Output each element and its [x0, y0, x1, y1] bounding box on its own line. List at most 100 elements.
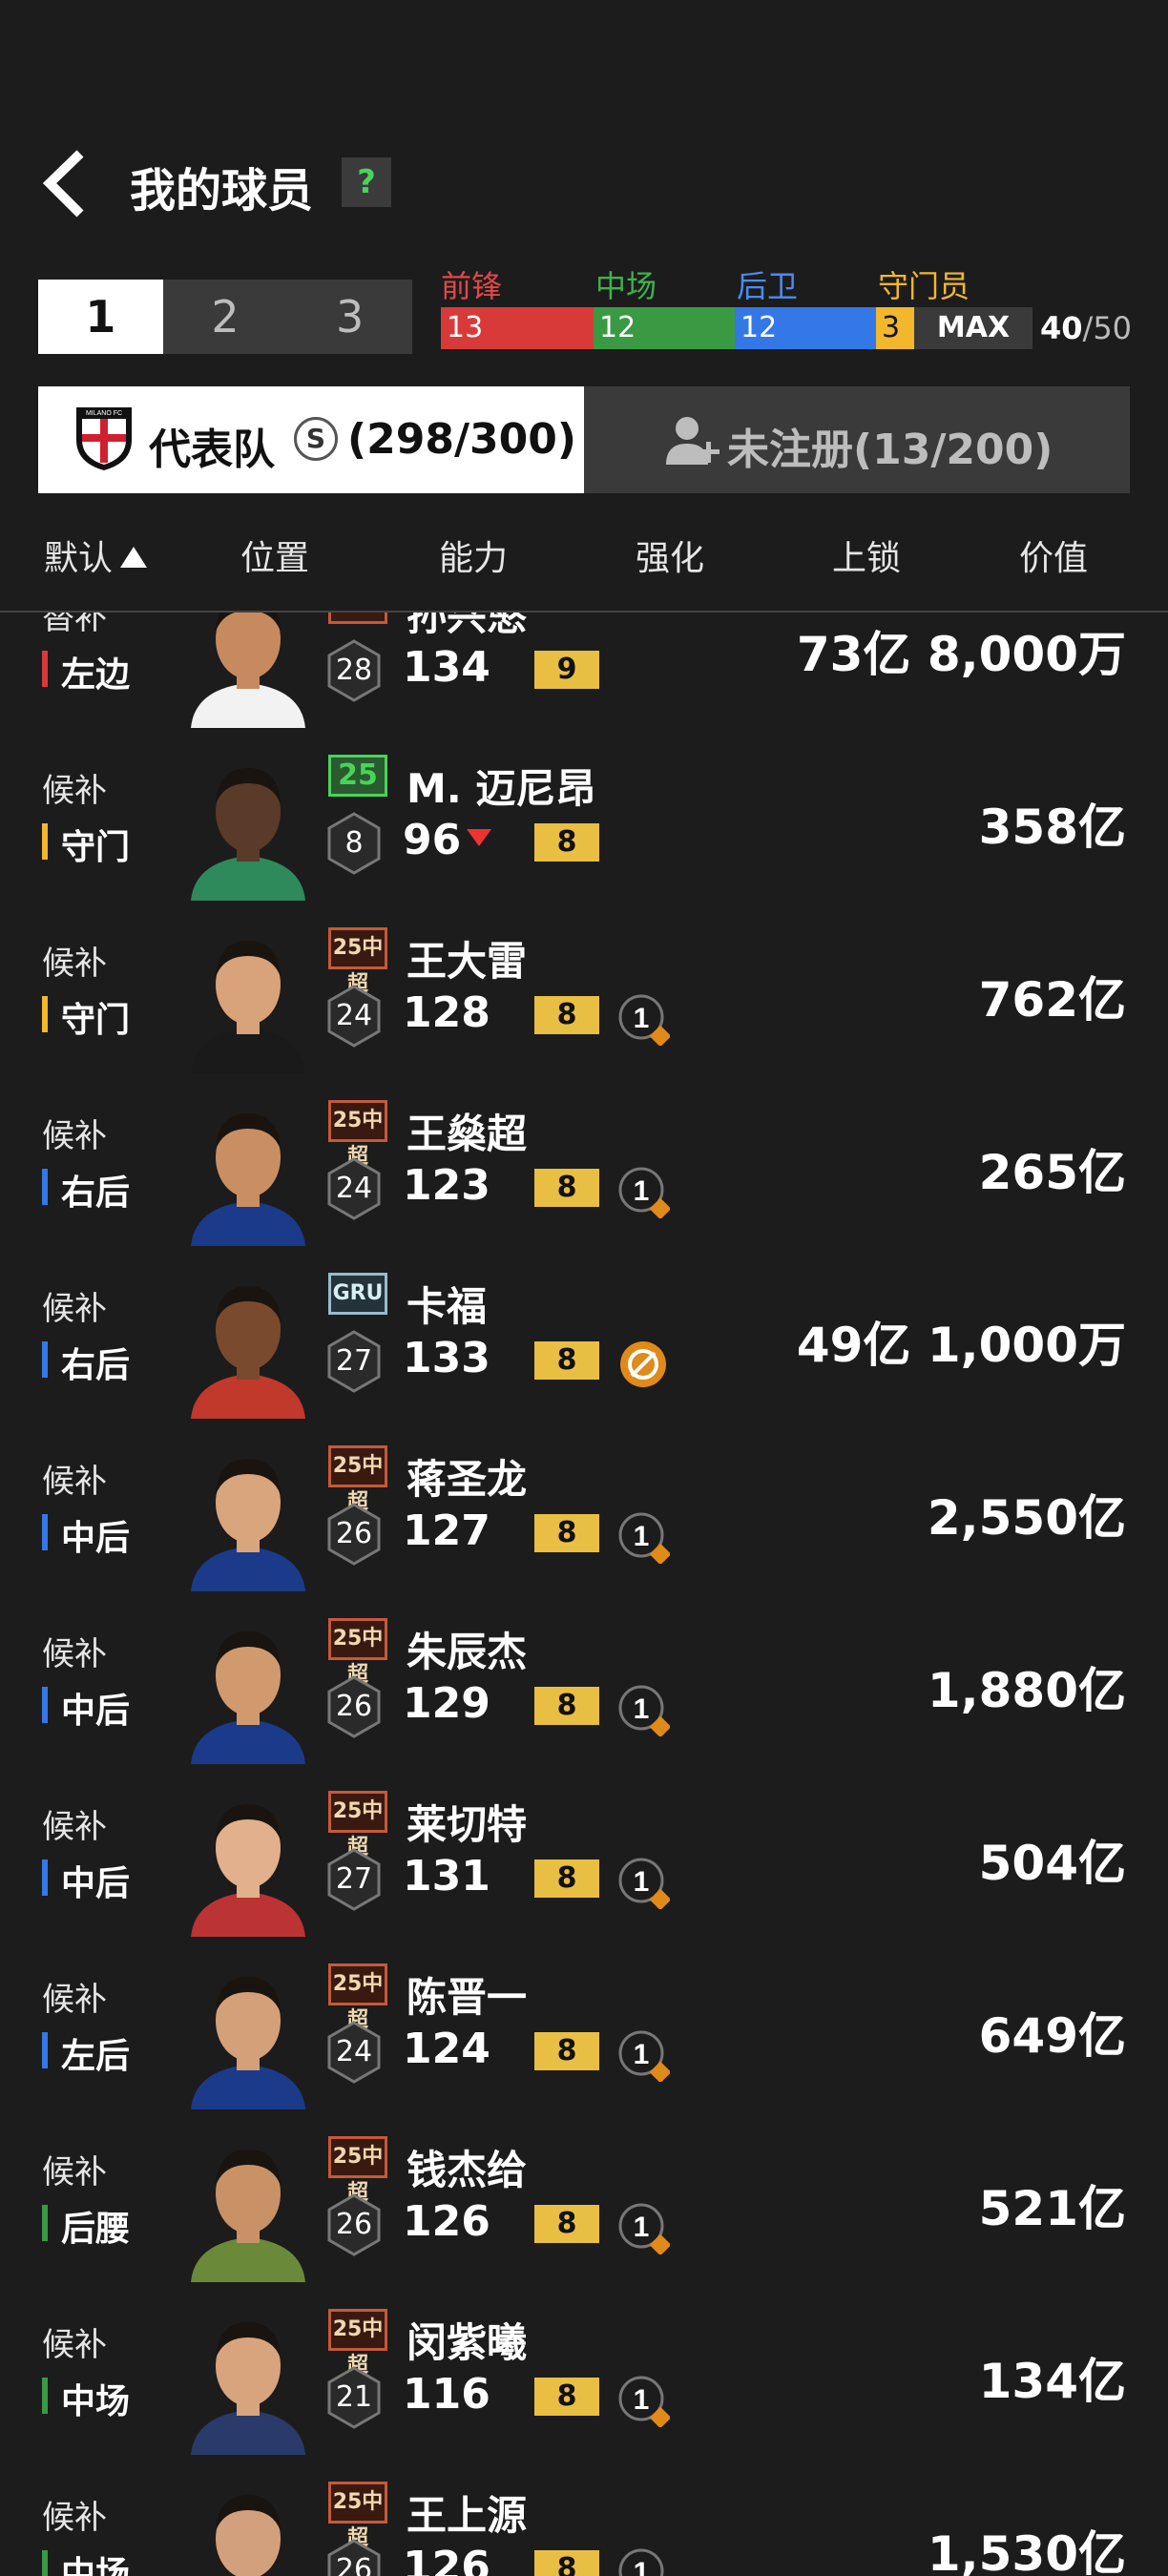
- player-row[interactable]: 候补 右后 GRU 卡福 27 133 8 49亿 1,000万: [0, 1246, 1168, 1421]
- enhance-level: 9: [534, 651, 599, 689]
- help-button[interactable]: ?: [342, 157, 391, 207]
- player-position: 中场: [42, 2546, 130, 2576]
- lock-count-icon[interactable]: 1: [616, 1165, 672, 1220]
- season-badge: DCB: [328, 613, 387, 624]
- season-badge: 25: [328, 755, 387, 797]
- player-rating: 123: [403, 1161, 490, 1210]
- player-status: 候补: [42, 1463, 107, 1501]
- season-badge: 25中超: [328, 1618, 387, 1687]
- player-status: 候补: [42, 2153, 107, 2192]
- lock-count-icon[interactable]: 1: [616, 1856, 672, 1911]
- lock-count-icon[interactable]: 1: [616, 1510, 672, 1566]
- rating-value: 123: [403, 1161, 490, 1210]
- lock-count-icon[interactable]: 1: [616, 2546, 670, 2576]
- club-badge-icon: MILANO FC: [76, 407, 132, 470]
- roster-count: 40/50: [1040, 307, 1132, 349]
- player-age: 26: [335, 1690, 373, 1723]
- unregistered-label: 未注册(13/200): [727, 426, 1053, 474]
- player-age: 26: [335, 1517, 373, 1550]
- goalkeeper-label: 守门员: [878, 268, 970, 304]
- midfield-count: 12: [594, 307, 735, 349]
- player-portrait: [181, 1094, 315, 1246]
- player-value: 265亿: [978, 1145, 1126, 1200]
- tab-representative-squad[interactable]: MILANO FC 代表队 S (298/300): [38, 386, 584, 493]
- player-name: 闵紫曦: [407, 2319, 528, 2366]
- player-portrait: [181, 2303, 315, 2455]
- sort-lock[interactable]: 上锁: [832, 530, 901, 580]
- sort-ability[interactable]: 能力: [439, 530, 508, 580]
- page-title: 我的球员: [130, 164, 314, 218]
- header-divider: [0, 611, 1168, 613]
- lock-count-icon[interactable]: 1: [616, 1683, 672, 1738]
- page-tabs: 1 2 3: [38, 280, 412, 354]
- player-name: 王上源: [407, 2492, 528, 2539]
- rating-value: 134: [403, 643, 490, 692]
- svg-text:1: 1: [634, 1175, 650, 1207]
- forward-count: 13: [441, 307, 594, 349]
- player-portrait: [181, 1440, 315, 1591]
- player-rating: 128: [403, 988, 490, 1037]
- player-status: 候补: [42, 2326, 107, 2364]
- player-value: 2,550亿: [927, 1490, 1126, 1546]
- player-list[interactable]: 替补左边DCB孙兴慜28134973亿 8,000万候补守门25M. 迈尼昂89…: [0, 613, 1168, 2576]
- lock-count-icon[interactable]: 1: [616, 2374, 672, 2429]
- player-row[interactable]: 候补 左后 25中超 陈晋一 24 124 8 1 649亿: [0, 1937, 1168, 2111]
- page-tab-3[interactable]: 3: [287, 280, 412, 354]
- player-portrait: [181, 922, 315, 1073]
- sort-default-label: 默认: [44, 539, 114, 578]
- player-row[interactable]: 候补 中后 25中超 蒋圣龙 26 127 8 1 2,550亿: [0, 1419, 1168, 1593]
- player-row[interactable]: 候补 中场 25中超 王上源 26 126 8 1 1,530亿: [0, 2455, 1168, 2576]
- squad-count: (298/300): [347, 415, 576, 464]
- lock-count-icon[interactable]: 1: [616, 992, 672, 1048]
- player-row[interactable]: 候补 中后 25中超 莱切特 27 131 8 1 504亿: [0, 1764, 1168, 1939]
- position-labels: 前锋 中场 后卫 守门员: [441, 262, 1032, 304]
- season-badge: 25中超: [328, 2309, 387, 2378]
- lock-count-icon[interactable]: 1: [616, 2028, 672, 2084]
- age-hex-icon: 27: [326, 1848, 382, 1911]
- player-row[interactable]: 候补 中后 25中超 朱辰杰 26 129 8 1 1,880亿: [0, 1591, 1168, 1766]
- rating-down-icon: [467, 829, 492, 846]
- back-arrow-icon[interactable]: [38, 148, 95, 219]
- sort-value[interactable]: 价值: [1019, 530, 1088, 580]
- enhance-level: 8: [534, 1514, 599, 1552]
- roster-current: 40: [1040, 310, 1083, 346]
- player-age: 21: [335, 2380, 373, 2414]
- player-position: 守门: [42, 992, 130, 1042]
- rating-value: 126: [403, 2197, 490, 2246]
- sort-enhance[interactable]: 强化: [636, 530, 704, 580]
- tab-unregistered[interactable]: 未注册(13/200): [584, 386, 1130, 493]
- page-tab-1[interactable]: 1: [38, 280, 163, 354]
- player-rating: 131: [403, 1852, 490, 1901]
- page-tab-2[interactable]: 2: [163, 280, 288, 354]
- player-value: 1,880亿: [927, 1663, 1126, 1718]
- player-row[interactable]: 替补左边 DCB 孙兴慜 28 134 9 73亿 8,000万: [0, 613, 1168, 730]
- sort-asc-icon: [120, 547, 148, 568]
- header: 我的球员 ? 1 2 3 前锋 中场 后卫 守门员 13 12 12 3 MAX…: [0, 0, 1168, 611]
- no-lock-icon[interactable]: [616, 1338, 670, 1391]
- player-portrait: [181, 1267, 315, 1419]
- enhance-level: 8: [534, 996, 599, 1034]
- svg-text:1: 1: [634, 1693, 650, 1725]
- player-rating: 133: [403, 1334, 490, 1382]
- player-rating: 126: [403, 2543, 490, 2576]
- player-age: 26: [335, 2553, 373, 2576]
- lock-count-icon[interactable]: 1: [616, 2201, 672, 2256]
- svg-text:1: 1: [634, 1003, 650, 1034]
- player-row[interactable]: 候补 中场 25中超 闵紫曦 21 116 8 1 134亿: [0, 2282, 1168, 2457]
- player-row[interactable]: 候补 后腰 25中超 钱杰给 26 126 8 1 521亿: [0, 2109, 1168, 2284]
- squad-tabs: MILANO FC 代表队 S (298/300) 未注册(13/200): [38, 386, 1130, 493]
- player-age: 24: [335, 999, 373, 1032]
- sort-default[interactable]: 默认: [44, 530, 148, 580]
- sort-position[interactable]: 位置: [240, 530, 309, 580]
- player-age: 8: [344, 826, 364, 860]
- max-label: MAX: [914, 307, 1032, 349]
- player-portrait: [181, 749, 315, 901]
- player-position: 右后: [42, 1338, 130, 1387]
- player-value: 521亿: [978, 2181, 1126, 2236]
- season-badge: 25中超: [328, 1100, 387, 1169]
- player-value: 1,530亿: [927, 2526, 1126, 2576]
- player-row[interactable]: 候补 守门 25中超 王大雷 24 128 8 1 762亿: [0, 901, 1168, 1075]
- player-row[interactable]: 候补 守门 25 M. 迈尼昂 8 96 8 358亿: [0, 728, 1168, 903]
- player-row[interactable]: 候补 右后 25中超 王燊超 24 123 8 1 265亿: [0, 1073, 1168, 1248]
- player-status: 候补: [42, 945, 107, 983]
